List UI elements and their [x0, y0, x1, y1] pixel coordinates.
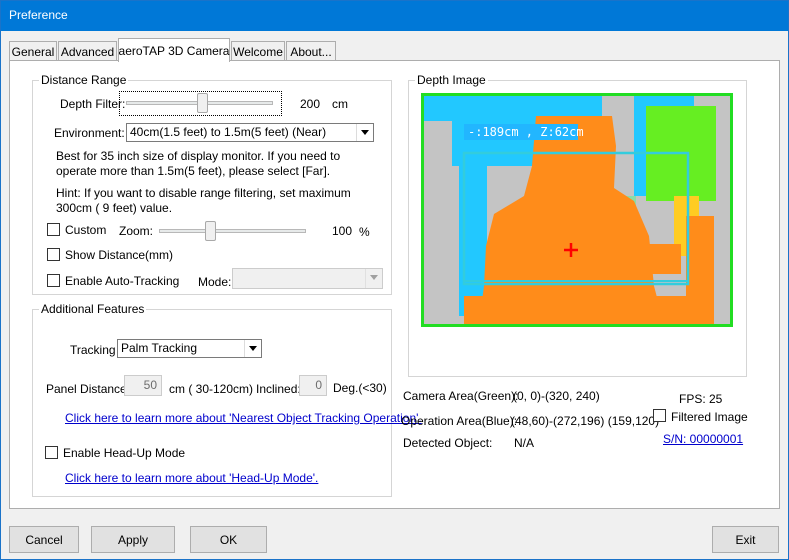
panel-distance-label: Panel Distance: [46, 382, 131, 396]
tracking-value: Palm Tracking [121, 341, 198, 355]
headup-mode-link[interactable]: Click here to learn more about 'Head-Up … [65, 471, 318, 485]
additional-features-legend: Additional Features [39, 302, 147, 316]
inclined-unit: Deg.(<30) [333, 381, 387, 395]
tab-about[interactable]: About... [286, 41, 336, 61]
environment-dropdown[interactable]: 40cm(1.5 feet) to 1.5m(5 feet) (Near) [126, 123, 374, 142]
detected-object-value: N/A [514, 436, 535, 450]
depth-image: -:189cm , Z:62cm [424, 96, 730, 324]
inclined-label: Inclined: [256, 382, 301, 396]
filtered-image-label: Filtered Image [671, 410, 748, 424]
operation-area-value: (48,60)-(272,196) (159,120) [511, 414, 660, 428]
distance-overlay-text: -:189cm , Z:62cm [468, 125, 584, 139]
auto-tracking-checkbox[interactable] [47, 274, 60, 287]
tracking-dropdown[interactable]: Palm Tracking [117, 339, 262, 358]
depth-image-legend: Depth Image [415, 73, 488, 87]
detected-object-label: Detected Object: [403, 436, 493, 450]
tab-general[interactable]: General [9, 41, 57, 61]
camera-area-value: (0, 0)-(320, 240) [513, 389, 600, 403]
depth-region [424, 96, 469, 121]
environment-description: Best for 35 inch size of display monitor… [56, 149, 341, 178]
apply-button[interactable]: Apply [91, 526, 175, 553]
depth-filter-unit: cm [332, 97, 348, 111]
ok-button[interactable]: OK [190, 526, 267, 553]
chevron-down-icon[interactable] [244, 340, 261, 357]
environment-label: Environment: [54, 126, 125, 140]
custom-checkbox[interactable] [47, 223, 60, 236]
depth-filter-label: Depth Filter: [60, 97, 126, 111]
tab-welcome[interactable]: Welcome [231, 41, 285, 61]
custom-label: Custom [65, 223, 107, 237]
show-distance-checkbox[interactable] [47, 248, 60, 261]
chevron-down-icon[interactable] [365, 269, 382, 288]
additional-features-group: Additional Features [32, 302, 392, 497]
zoom-track [159, 229, 306, 233]
cancel-button[interactable]: Cancel [9, 526, 79, 553]
panel-distance-input[interactable]: 50 [124, 375, 162, 396]
panel-distance-unit: cm ( 30-120cm) [169, 382, 254, 396]
title-bar: Preference [0, 0, 789, 31]
camera-area-label: Camera Area(Green): [403, 389, 519, 403]
mode-label: Mode: [198, 275, 232, 289]
depth-filter-value: 200 [300, 97, 321, 111]
zoom-thumb[interactable] [205, 221, 216, 241]
fps-readout: FPS: 25 [679, 392, 723, 406]
zoom-unit: % [359, 225, 370, 239]
tab-advanced[interactable]: Advanced [58, 41, 117, 61]
chevron-down-icon[interactable] [356, 124, 373, 141]
auto-tracking-label: Enable Auto-Tracking [65, 274, 180, 288]
operation-area-label: Operation Area(Blue): [401, 414, 518, 428]
zoom-value: 100 [332, 224, 353, 238]
distance-range-legend: Distance Range [39, 73, 129, 87]
headup-mode-checkbox[interactable] [45, 446, 58, 459]
tracking-label: Tracking [70, 343, 116, 357]
exit-button[interactable]: Exit [712, 526, 779, 553]
nearest-object-link[interactable]: Click here to learn more about 'Nearest … [65, 411, 422, 425]
zoom-label: Zoom: [119, 224, 154, 238]
range-hint: Hint: If you want to disable range filte… [56, 186, 351, 215]
environment-value: 40cm(1.5 feet) to 1.5m(5 feet) (Near) [130, 125, 327, 139]
tab-aerotap-3d-camera[interactable]: aeroTAP 3D Camera [118, 38, 230, 62]
window-title: Preference [9, 8, 68, 22]
show-distance-label: Show Distance(mm) [65, 248, 174, 262]
depth-filter-thumb[interactable] [197, 93, 208, 113]
depth-map-graphic: -:189cm , Z:62cm [424, 96, 716, 324]
headup-mode-label: Enable Head-Up Mode [63, 446, 186, 460]
mode-dropdown[interactable] [232, 268, 383, 289]
serial-number-link[interactable]: S/N: 00000001 [663, 432, 743, 446]
camera-area-frame: -:189cm , Z:62cm [421, 93, 733, 327]
inclined-input[interactable]: 0 [299, 375, 327, 396]
filtered-image-checkbox[interactable] [653, 409, 666, 422]
